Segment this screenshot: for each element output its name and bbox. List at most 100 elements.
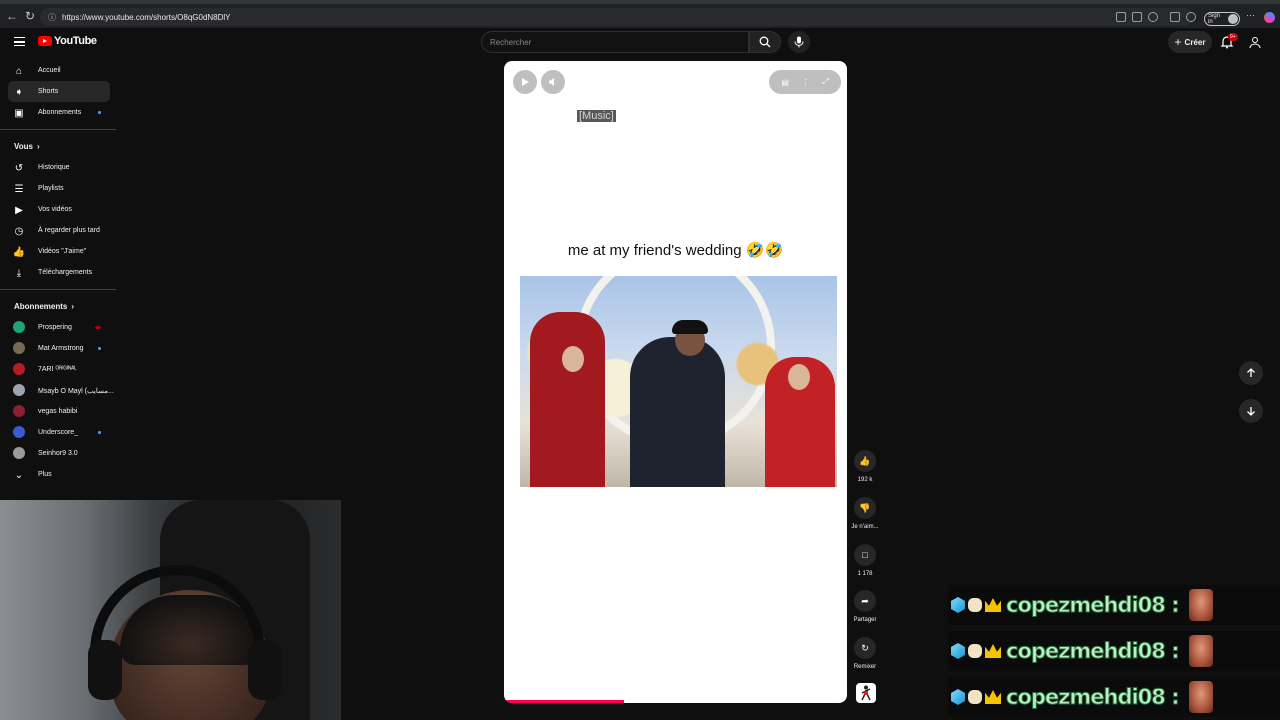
channel-avatar xyxy=(13,384,25,396)
like-button[interactable]: 👍 192 k xyxy=(851,450,879,483)
sidebar-item-subscriptions[interactable]: ▣ Abonnements xyxy=(0,102,120,123)
chat-username: copezmehdi08 : xyxy=(1006,593,1181,618)
next-short-button[interactable] xyxy=(1239,399,1263,423)
site-info-icon[interactable]: ⓘ xyxy=(48,12,56,23)
chat-emote xyxy=(1188,681,1213,713)
account-icon[interactable] xyxy=(1248,35,1262,49)
comments-button[interactable]: □ 1 178 xyxy=(851,544,879,577)
sign-in-button[interactable]: Sign in xyxy=(1204,12,1240,26)
extensions-icon[interactable] xyxy=(1170,12,1180,22)
channel-name: vegas habibi xyxy=(38,408,78,415)
crown-badge-icon xyxy=(985,598,1001,612)
app-icon[interactable] xyxy=(1116,12,1126,22)
sidebar: ⌂ Accueil ➧ Shorts ▣ Abonnements Vous › ↺… xyxy=(0,60,120,485)
subscription-item[interactable]: Seinhor9 3.0 xyxy=(0,443,120,464)
home-icon: ⌂ xyxy=(15,65,23,77)
channel-avatar xyxy=(13,342,25,354)
microphone-icon xyxy=(794,36,804,48)
sidebar-item-downloads[interactable]: ⤓ Téléchargements xyxy=(0,262,120,283)
video-text-overlay: me at my friend's wedding 🤣🤣 xyxy=(567,242,784,259)
sidebar-item-home[interactable]: ⌂ Accueil xyxy=(0,60,120,81)
shorts-player[interactable]: ▤ ⋮ ⤢ [Music] me at my friend's wedding … xyxy=(504,61,847,703)
volume-icon xyxy=(549,78,554,86)
chat-username: copezmehdi08 : xyxy=(1006,685,1181,710)
subscription-item[interactable]: Prospering xyxy=(0,317,120,338)
sidebar-item-history[interactable]: ↺ Historique xyxy=(0,157,120,178)
create-label: Créer xyxy=(1184,37,1206,47)
sound-thumbnail[interactable] xyxy=(856,683,876,703)
sidebar-item-label: Historique xyxy=(38,164,70,171)
voice-search-button[interactable] xyxy=(788,31,810,53)
subscription-item[interactable]: Underscore_ xyxy=(0,422,120,443)
subscription-item[interactable]: vegas habibi xyxy=(0,401,120,422)
liked-videos-icon: 👍 xyxy=(12,246,26,258)
sidebar-more[interactable]: ⌄ Plus xyxy=(0,464,120,485)
share-icon: ➦ xyxy=(854,590,876,612)
sidebar-item-label: Shorts xyxy=(38,88,59,95)
sidebar-item-label: Vos vidéos xyxy=(38,206,72,213)
face-left xyxy=(562,346,584,372)
emote-badge-icon xyxy=(968,690,982,704)
channel-name: Msayb O Mayl (مسايب... xyxy=(38,387,114,395)
remix-icon: ↻ xyxy=(854,637,876,659)
progress-bar[interactable] xyxy=(504,700,625,703)
like-count: 192 k xyxy=(857,477,873,483)
captions-icon[interactable]: ▤ xyxy=(781,78,789,87)
channel-avatar xyxy=(13,405,25,417)
your-videos-icon: ▶ xyxy=(15,204,23,216)
person-center xyxy=(630,337,725,487)
dislike-button[interactable]: 👎 Je n'aim... xyxy=(851,497,879,530)
share-button[interactable]: ➦ Partager xyxy=(851,590,879,623)
sidebar-more-label: Plus xyxy=(38,471,52,478)
plus-icon: + xyxy=(1174,35,1182,49)
sidebar-item-shorts[interactable]: ➧ Shorts xyxy=(8,81,110,102)
sidebar-item-your-videos[interactable]: ▶ Vos vidéos xyxy=(0,199,120,220)
back-icon[interactable]: ← xyxy=(2,6,22,26)
menu-icon[interactable] xyxy=(14,37,25,46)
previous-short-button[interactable] xyxy=(1239,361,1263,385)
you-heading[interactable]: Vous › xyxy=(0,136,120,157)
address-bar[interactable]: ⓘ https://www.youtube.com/shorts/O8qG0dN… xyxy=(40,8,1194,26)
fullscreen-icon[interactable]: ⤢ xyxy=(822,77,828,87)
headset-earcup xyxy=(248,640,282,700)
youtube-logo[interactable]: YouTube xyxy=(38,35,97,47)
sidebar-item-watch-later[interactable]: ◷ À regarder plus tard xyxy=(0,220,120,241)
live-indicator xyxy=(95,326,101,329)
play-icon xyxy=(522,78,529,86)
browser-menu-icon[interactable]: ⋯ xyxy=(1246,10,1255,21)
translate-icon[interactable] xyxy=(1132,12,1142,22)
create-button[interactable]: + Créer xyxy=(1168,31,1212,53)
share-label: Partager xyxy=(853,617,877,623)
volume-button[interactable] xyxy=(541,70,565,94)
headset-earcup xyxy=(88,640,122,700)
subscription-item[interactable]: Mat Armstrong xyxy=(0,338,120,359)
copilot-icon[interactable] xyxy=(1264,12,1275,23)
reload-icon[interactable]: ↻ xyxy=(20,6,40,26)
favorites-icon[interactable] xyxy=(1186,12,1196,22)
search-button[interactable] xyxy=(749,31,781,53)
bookmark-star-icon[interactable] xyxy=(1148,12,1158,22)
play-button[interactable] xyxy=(513,70,537,94)
divider xyxy=(0,129,116,130)
comment-count: 1 178 xyxy=(857,571,873,577)
url-text: https://www.youtube.com/shorts/O8qG0dN8D… xyxy=(62,12,231,22)
new-content-dot xyxy=(98,111,101,114)
channel-name: 7ARI ᴼᴿᴵᴳᴵᴺᴬᴸ xyxy=(38,366,77,373)
browser-toolbar: ← ↻ ⓘ https://www.youtube.com/shorts/O8q… xyxy=(0,0,1280,28)
search-input[interactable]: Rechercher xyxy=(481,31,749,53)
logo-text: YouTube xyxy=(54,35,97,47)
sidebar-item-label: Accueil xyxy=(38,67,61,74)
watch-later-icon: ◷ xyxy=(14,225,24,237)
subscription-item[interactable]: Msayb O Mayl (مسايب... xyxy=(0,380,120,401)
more-options-icon[interactable]: ⋮ xyxy=(802,78,810,87)
subscription-item[interactable]: 7ARI ᴼᴿᴵᴳᴵᴺᴬᴸ xyxy=(0,359,120,380)
chevron-right-icon: › xyxy=(36,142,40,151)
sidebar-item-playlists[interactable]: ☰ Playlists xyxy=(0,178,120,199)
comment-icon: □ xyxy=(854,544,876,566)
remix-button[interactable]: ↻ Remixer xyxy=(851,637,879,670)
subscriptions-heading[interactable]: Abonnements › xyxy=(0,296,120,317)
sidebar-item-liked-videos[interactable]: 👍 Vidéos "J'aime" xyxy=(0,241,120,262)
sidebar-item-label: Vidéos "J'aime" xyxy=(38,248,87,255)
gem-badge-icon xyxy=(951,689,965,705)
subscriptions-icon: ▣ xyxy=(14,107,24,119)
